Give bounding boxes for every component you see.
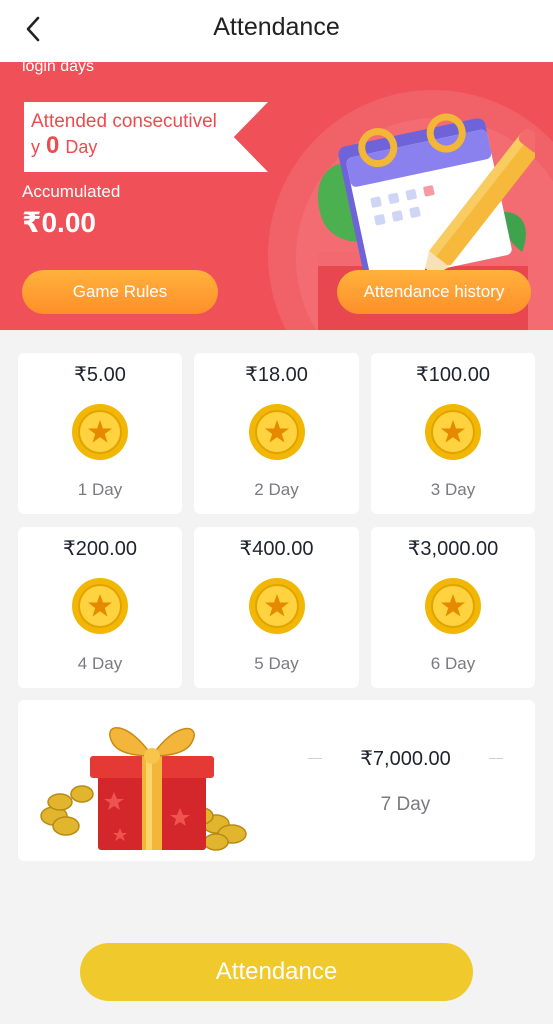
reward-day: 1 Day [77,480,123,499]
final-reward-amount: ₹7,000.00 [308,746,503,771]
attendance-button[interactable]: Attendance [80,943,473,1001]
reward-amount: ₹18.00 [245,364,308,386]
reward-card-day-3: ₹100.00 3 Day [371,353,535,514]
reward-amount: ₹200.00 [63,538,137,560]
consecutive-line2: y 0 Day [31,134,268,159]
attendance-banner: login days Attended consecutivel y 0 Day A… [0,62,553,330]
coin-icon [425,578,481,634]
reward-card-day-4: ₹200.00 4 Day [18,527,182,688]
top-bar: Attendance [0,0,553,62]
coin-icon [248,404,305,460]
reward-card-day-2: ₹18.00 2 Day [194,353,359,514]
coin-icon [72,578,128,634]
accumulated-value: ₹0.00 [22,207,96,238]
consecutive-label-end: y [31,137,40,157]
reward-amount: ₹3,000.00 [407,538,499,560]
game-rules-button[interactable]: Game Rules [22,270,218,314]
consecutive-ribbon: Attended consecutivel y 0 Day [24,102,268,172]
attendance-history-button[interactable]: Attendance history [337,270,531,314]
reward-day: 2 Day [254,480,299,499]
reward-amount: ₹5.00 [74,364,126,386]
final-reward-day: 7 Day [380,794,431,815]
consecutive-count: 0 [46,132,60,159]
reward-amount: ₹100.00 [416,364,490,386]
reward-card-day-1: ₹5.00 1 Day [18,353,182,514]
gift-box-icon [40,727,247,851]
accumulated-label: Accumulated [22,182,121,201]
reward-card-day-5: ₹400.00 5 Day [194,527,359,688]
reward-day: 4 Day [77,654,123,673]
coin-icon [72,404,128,460]
reward-card-day-7: ₹7,000.00 7 Day [18,700,535,861]
consecutive-label: Attended consecutivel [31,111,217,132]
reward-day: 6 Day [430,654,476,673]
page-title: Attendance [213,13,340,41]
coin-icon [425,404,481,460]
login-days-label: login days [22,62,95,75]
coin-icon [248,578,305,634]
reward-day: 3 Day [430,480,476,499]
reward-card-day-6: ₹3,000.00 6 Day [371,527,535,688]
reward-amount: ₹400.00 [239,538,314,560]
consecutive-unit: Day [65,137,98,157]
reward-day: 5 Day [254,654,299,673]
